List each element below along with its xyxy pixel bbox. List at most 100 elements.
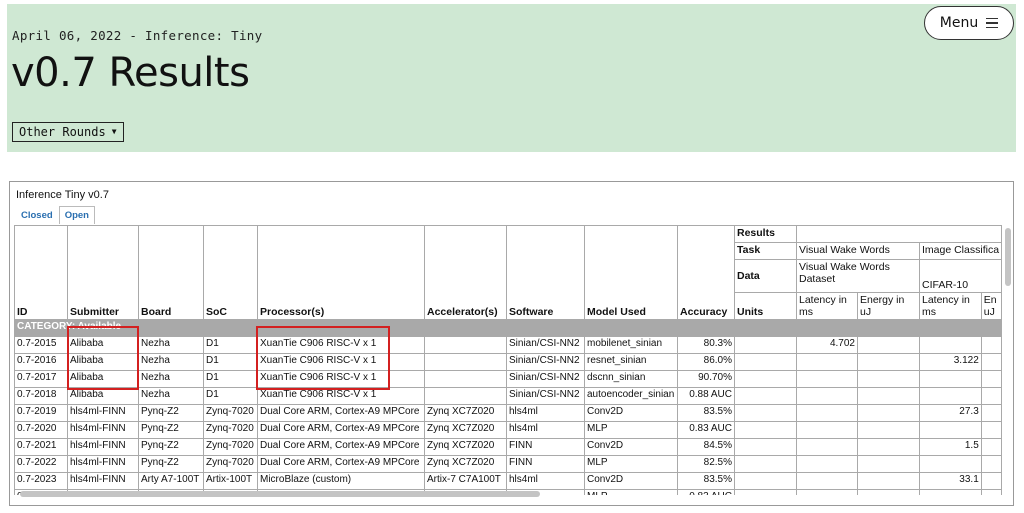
cell-units [734, 472, 797, 490]
cell-board: Pynq-Z2 [138, 421, 204, 439]
cell-board: Nezha [138, 387, 204, 405]
cell-accelerator: Zynq XC7Z020 [424, 404, 507, 422]
tab-bar: Closed Open [15, 206, 95, 224]
cell-ic-latency [919, 455, 982, 473]
cell-units [734, 353, 797, 371]
cell-vww-latency [796, 455, 858, 473]
cell-ic-energy [980, 421, 1003, 439]
cell-software: FINN [506, 438, 585, 456]
cell-accuracy: 83.5% [677, 404, 735, 422]
cell-model: mobilenet_sinian [584, 336, 678, 354]
cell-accuracy: 0.83 AUC [677, 489, 735, 495]
cell-vww-energy [857, 472, 920, 490]
menu-button[interactable]: Menu [924, 6, 1014, 40]
cell-ic-latency [919, 387, 982, 405]
header-software: Software [506, 225, 585, 320]
cell-software: FINN [506, 455, 585, 473]
hamburger-icon [986, 18, 999, 28]
dataset-vww: Visual Wake Words Dataset [796, 259, 920, 293]
cell-accuracy: 86.0% [677, 353, 735, 371]
tab-open[interactable]: Open [58, 206, 95, 224]
cell-accelerator [424, 370, 507, 388]
cell-processor: XuanTie C906 RISC-V x 1 [257, 336, 425, 354]
dataset-ic: CIFAR-10 [918, 259, 1003, 293]
cell-vww-energy [857, 353, 920, 371]
header-data: Data [734, 259, 797, 293]
cell-software: Sinian/CSI-NN2 [506, 353, 585, 371]
cell-soc: Zynq-7020 [203, 455, 258, 473]
cell-id: 0.7-2015 [14, 336, 68, 354]
cell-accelerator [424, 387, 507, 405]
page-title: v0.7 Results [11, 50, 250, 96]
cell-units [734, 438, 797, 456]
cell-id: 0.7-2019 [14, 404, 68, 422]
menu-label: Menu [939, 15, 979, 31]
cell-ic-energy [980, 404, 1003, 422]
cell-software: hls4ml [506, 421, 585, 439]
cell-accuracy: 82.5% [677, 455, 735, 473]
cell-submitter: hls4ml-FINN [67, 472, 139, 490]
cell-id: 0.7-2016 [14, 353, 68, 371]
header-processor: Processor(s) [257, 225, 425, 320]
cell-processor: XuanTie C906 RISC-V x 1 [257, 353, 425, 371]
vertical-scrollbar[interactable] [1005, 228, 1011, 286]
cell-model: resnet_sinian [584, 353, 678, 371]
cell-ic-latency [919, 421, 982, 439]
cell-model: dscnn_sinian [584, 370, 678, 388]
cell-ic-latency [919, 336, 982, 354]
cell-ic-energy [980, 353, 1003, 371]
cell-vww-latency [796, 421, 858, 439]
cell-ic-energy [980, 472, 1003, 490]
cell-accelerator: Artix-7 C7A100T [424, 472, 507, 490]
cell-submitter: hls4ml-FINN [67, 404, 139, 422]
cell-accuracy: 84.5% [677, 438, 735, 456]
cell-vww-latency [796, 438, 858, 456]
table-row: 0.7-2020 hls4ml-FINN Pynq-Z2 Zynq-7020 Dual … [14, 421, 1003, 439]
cell-accelerator [424, 336, 507, 354]
units-ic-energy: En uJ [980, 292, 1003, 320]
page-header: April 06, 2022 - Inference: Tiny v0.7 Re… [7, 4, 1016, 152]
results-table-container[interactable]: ID Submitter Board SoC Processor(s) Acce… [14, 225, 1013, 495]
cell-ic-latency: 1.5 [919, 438, 982, 456]
table-row: 0.7-2016 Alibaba Nezha D1 XuanTie C906 RISC-… [14, 353, 1003, 371]
horizontal-scrollbar[interactable] [20, 491, 540, 497]
cell-accuracy: 0.83 AUC [677, 421, 735, 439]
header-task: Task [734, 242, 797, 260]
cell-soc: Zynq-7020 [203, 421, 258, 439]
cell-vww-energy [857, 455, 920, 473]
cell-vww-energy [857, 438, 920, 456]
cell-units [734, 455, 797, 473]
cell-submitter: Alibaba [67, 370, 139, 388]
cell-vww-latency [796, 404, 858, 422]
cell-model: Conv2D [584, 472, 678, 490]
cell-processor: Dual Core ARM, Cortex-A9 MPCore [257, 404, 425, 422]
cell-board: Pynq-Z2 [138, 455, 204, 473]
table-row: 0.7-2015 Alibaba Nezha D1 XuanTie C906 RISC-… [14, 336, 1003, 354]
cell-model: Conv2D [584, 438, 678, 456]
cell-soc: D1 [203, 353, 258, 371]
cell-ic-energy [980, 489, 1003, 495]
table-row: 0.7-2019 hls4ml-FINN Pynq-Z2 Zynq-7020 Dual … [14, 404, 1003, 422]
cell-id: 0.7-2018 [14, 387, 68, 405]
task-vww: Visual Wake Words [796, 242, 920, 260]
cell-accuracy: 0.88 AUC [677, 387, 735, 405]
tab-closed[interactable]: Closed [15, 206, 59, 224]
cell-model: MLP [584, 455, 678, 473]
other-rounds-dropdown[interactable]: Other Rounds ▼ [12, 122, 124, 142]
table-row: 0.7-2018 Alibaba Nezha D1 XuanTie C906 RISC-… [14, 387, 1003, 405]
cell-vww-energy [857, 404, 920, 422]
cell-ic-latency: 27.3 [919, 404, 982, 422]
cell-vww-energy [857, 421, 920, 439]
category-label: CATEGORY: Available [14, 319, 1003, 337]
cell-software: hls4ml [506, 472, 585, 490]
cell-accelerator: Zynq XC7Z020 [424, 438, 507, 456]
cell-vww-energy [857, 387, 920, 405]
other-rounds-label: Other Rounds [19, 125, 106, 139]
table-row: 0.7-2023 hls4ml-FINN Arty A7-100T Artix-100… [14, 472, 1003, 490]
cell-submitter: hls4ml-FINN [67, 455, 139, 473]
header-model: Model Used [584, 225, 678, 320]
cell-accuracy: 80.3% [677, 336, 735, 354]
cell-soc: Zynq-7020 [203, 404, 258, 422]
cell-soc: D1 [203, 336, 258, 354]
category-row: CATEGORY: Available [14, 319, 1003, 337]
